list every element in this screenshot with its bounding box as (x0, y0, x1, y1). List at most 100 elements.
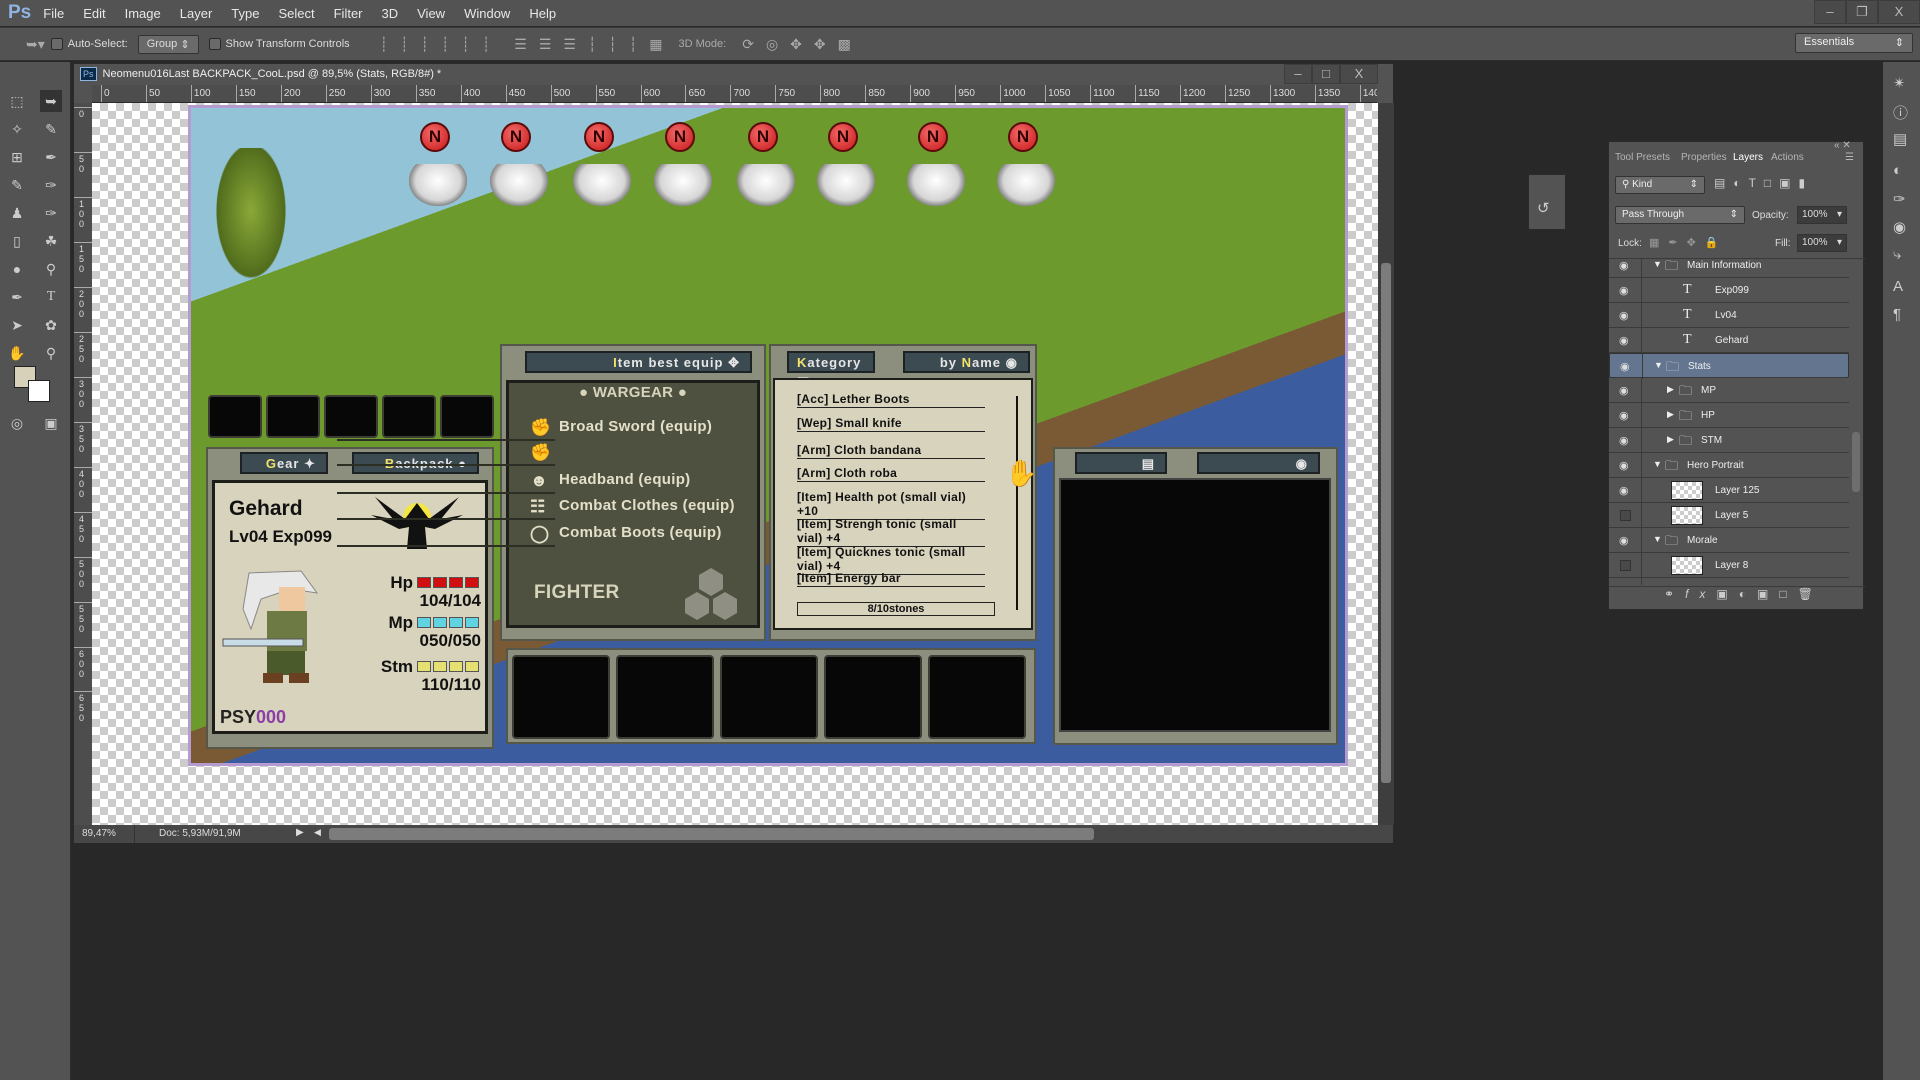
layer-row[interactable]: ◉ ▶ 🗀 HP (1609, 403, 1849, 428)
quick-mask-icon[interactable]: ◎ (6, 412, 28, 434)
npc-head-sprite[interactable] (997, 164, 1055, 206)
visibility-eye-icon[interactable]: ◉ (1619, 434, 1629, 447)
screen-mode-icon[interactable]: ▣ (40, 412, 62, 434)
move-tool-icon[interactable]: ➥ (40, 90, 62, 112)
layer-row[interactable]: ◉▼🗀Rate (1609, 578, 1849, 585)
visibility-eye-icon[interactable]: ◉ (1619, 309, 1629, 322)
vertical-ruler[interactable]: 0 50 100 150 200 250 300 350 400 450 500 550 600 650 (74, 103, 92, 825)
backpack-item[interactable]: [Arm] Cloth roba (797, 466, 985, 482)
backpack-item[interactable]: [Item] Strengh tonic (small vial) +4 (797, 517, 985, 547)
wargear-slot-label[interactable]: Combat Boots (equip) (559, 524, 722, 541)
align-vcenter-icon[interactable]: ┊ (400, 36, 408, 53)
quick-slot[interactable] (616, 655, 714, 739)
npc-head-sprite[interactable] (654, 164, 712, 206)
backpack-item[interactable]: [Item] Energy bar (797, 571, 985, 587)
character-panel-icon[interactable]: A (1893, 278, 1903, 295)
distribute-vcenter-icon[interactable]: ☰ (539, 36, 552, 53)
visibility-eye-icon[interactable]: ◉ (1619, 534, 1629, 547)
fill-input[interactable]: 100% ▾ (1797, 234, 1847, 252)
group-select[interactable]: Group ⇕ (137, 34, 199, 54)
by-name-sort-tab[interactable]: by Name ◉ (903, 351, 1030, 373)
npc-head-sprite[interactable] (490, 164, 548, 206)
visibility-eye-icon[interactable]: ◉ (1619, 459, 1629, 472)
doc-minimize-button[interactable]: – (1284, 64, 1312, 84)
layer-row[interactable]: Layer 8 (1609, 553, 1849, 578)
layer-row[interactable]: ◉ ▼ 🗀 Stats (1609, 353, 1849, 379)
backpack-tab[interactable]: Backpack ● (352, 452, 479, 474)
brush-presets-icon[interactable]: ✑ (1893, 190, 1906, 208)
status-menu-arrow-icon[interactable]: ▶ (296, 827, 304, 838)
visibility-eye-icon[interactable]: ◉ (1619, 334, 1629, 347)
menu-type[interactable]: Type (231, 6, 259, 21)
hotbar-slot[interactable] (266, 395, 320, 438)
panel-tab-properties[interactable]: Properties (1681, 152, 1727, 163)
backpack-item[interactable]: [Acc] Lether Boots (797, 392, 985, 408)
distribute-top-icon[interactable]: ☰ (514, 36, 527, 53)
workspace-select[interactable]: Essentials ⇕ (1795, 33, 1913, 53)
wargear-slot-label[interactable]: Broad Sword (equip) (559, 418, 712, 435)
paint-bucket-icon[interactable]: ☘ (40, 230, 62, 252)
stamp-tool-icon[interactable]: ♟ (6, 202, 28, 224)
close-button[interactable]: X (1878, 0, 1920, 24)
panel-tab-layers[interactable]: Layers (1733, 152, 1763, 163)
npc-marker-badge[interactable]: N (584, 122, 614, 152)
type-tool-icon[interactable]: T (40, 286, 62, 308)
align-top-icon[interactable]: ┊ (380, 36, 388, 53)
npc-head-sprite[interactable] (409, 164, 467, 206)
opacity-input[interactable]: 100% ▾ (1797, 206, 1847, 224)
auto-select-checkbox[interactable]: Auto-Select: (50, 38, 128, 50)
visibility-eye-icon[interactable]: ◉ (1619, 384, 1629, 397)
menu-window[interactable]: Window (464, 6, 510, 21)
auto-align-icon[interactable]: ▦ (649, 36, 662, 53)
channels-icon[interactable]: ◉ (1893, 218, 1906, 236)
distribute-left-icon[interactable]: ┆ (588, 36, 596, 53)
visibility-eye-icon[interactable]: ◉ (1620, 360, 1630, 373)
visibility-eye-icon[interactable]: ◉ (1619, 284, 1629, 297)
brush-tool-icon[interactable]: ✑ (40, 174, 62, 196)
hotbar-slot[interactable] (208, 395, 262, 438)
visibility-toggle[interactable] (1620, 510, 1631, 521)
layer-row[interactable]: ◉ T Exp099 (1609, 278, 1849, 303)
restore-button[interactable]: ❐ (1846, 0, 1878, 24)
layers-scrollbar[interactable] (1852, 272, 1860, 572)
hotbar-slot[interactable] (324, 395, 378, 438)
path-select-icon[interactable]: ➤ (6, 314, 28, 336)
distribute-right-icon[interactable]: ┆ (629, 36, 637, 53)
visibility-eye-icon[interactable]: ◉ (1619, 259, 1629, 272)
marquee-tool-icon[interactable]: ⬚ (6, 90, 28, 112)
quick-slot[interactable] (928, 655, 1026, 739)
layer-row[interactable]: ◉ ▼ 🗀 Morale (1609, 528, 1849, 553)
lock-icons[interactable]: ▦✒✥🔒 (1649, 236, 1728, 249)
wargear-slot-label[interactable]: Headband (equip) (559, 471, 690, 488)
crop-tool-icon[interactable]: ⊞ (6, 146, 28, 168)
hotbar-slot[interactable] (382, 395, 436, 438)
expand-closed-icon[interactable]: ▶ (1667, 384, 1674, 395)
3d-scale-icon[interactable]: ▩ (838, 36, 851, 53)
wargear-slot-label[interactable]: Combat Clothes (equip) (559, 497, 735, 514)
backpack-item[interactable]: [Wep] Small knife (797, 416, 985, 432)
quick-slot[interactable] (720, 655, 818, 739)
panel-menu-icon[interactable]: ☰ (1845, 152, 1854, 163)
layer-row[interactable]: ◉ ▼ 🗀 Hero Portrait (1609, 453, 1849, 478)
doc-maximize-button[interactable]: □ (1312, 64, 1340, 84)
menu-image[interactable]: Image (125, 6, 161, 21)
expand-open-icon[interactable]: ▼ (1653, 259, 1662, 269)
visibility-toggle[interactable] (1620, 560, 1631, 571)
backpack-item[interactable]: [Item] Health pot (small vial) +10 (797, 490, 985, 520)
npc-marker-badge[interactable]: N (665, 122, 695, 152)
panel-tab-tool-presets[interactable]: Tool Presets (1615, 152, 1670, 163)
expand-open-icon[interactable]: ▼ (1653, 584, 1662, 585)
layer-row[interactable]: ◉ Layer 125 (1609, 478, 1849, 503)
npc-marker-badge[interactable]: N (501, 122, 531, 152)
move-tool-icon[interactable]: ➥▾ (26, 36, 45, 53)
align-right-icon[interactable]: ┊ (482, 36, 490, 53)
layer-row[interactable]: Layer 5 (1609, 503, 1849, 528)
pen-tool-icon[interactable]: ✒ (6, 286, 28, 308)
color-panel-icon[interactable]: ✴ (1893, 74, 1906, 92)
panel-tab-actions[interactable]: Actions (1771, 152, 1804, 163)
vertical-scroll-thumb[interactable] (1381, 263, 1391, 783)
3d-pan-icon[interactable]: ✥ (790, 36, 802, 53)
menu-edit[interactable]: Edit (83, 6, 105, 21)
zoom-tool-icon[interactable]: ⚲ (40, 342, 62, 364)
adjustments-icon[interactable]: ◐ (1893, 162, 1902, 179)
